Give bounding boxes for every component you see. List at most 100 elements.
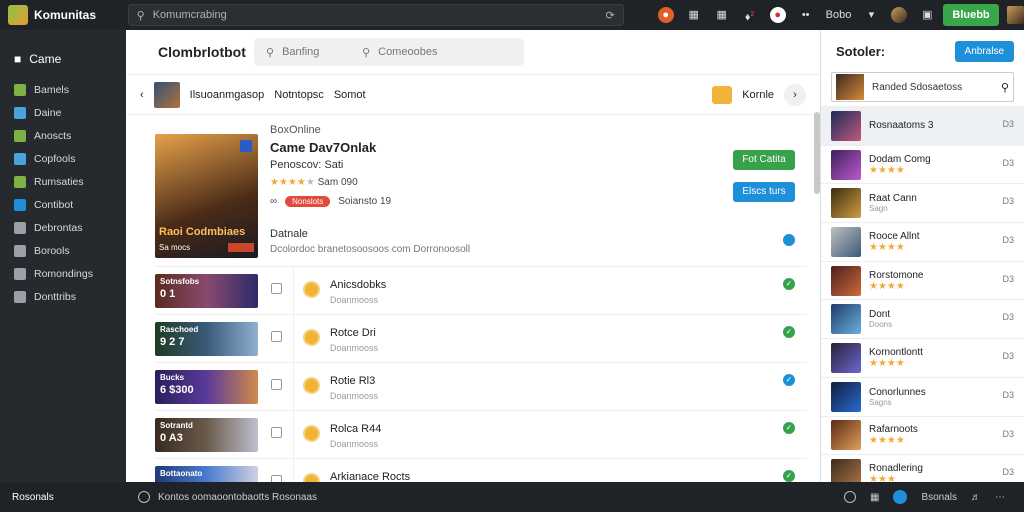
achievement-row[interactable]: Bucks 6 $300 Rotie Rl3 Doanmooss ✓ — [155, 362, 807, 410]
achievement-sub: Doanmooss — [330, 295, 379, 305]
sidebar-item[interactable]: Romondings — [0, 262, 126, 285]
sidebar-item[interactable]: Donttribs — [0, 285, 126, 308]
list-item-name: Ronadlering — [869, 463, 923, 475]
list-item-name: Dodam Comg — [869, 153, 931, 165]
friend-list-item[interactable]: Raat Cann Sagn D3 — [821, 183, 1024, 222]
crumb-right-label[interactable]: Kornle — [742, 89, 774, 101]
achievement-checkbox[interactable] — [271, 427, 282, 438]
list-item-thumb — [831, 149, 861, 180]
sidebar-item-icon — [14, 83, 26, 96]
forward-arrow-button[interactable]: › — [784, 83, 806, 106]
search-icon[interactable]: ⚲ — [1001, 81, 1009, 94]
achievement-thumb-title: Raschoed — [160, 325, 199, 334]
achievement-name: Rotce Dri — [330, 327, 376, 339]
friend-list-item[interactable]: Dodam Comg ★★★★ D3 — [821, 144, 1024, 184]
sidebar-header-label: Came — [29, 52, 62, 66]
list-item-name: Rooce Allnt — [869, 230, 920, 242]
crumb-subsection[interactable]: Somot — [334, 89, 366, 101]
user-avatar[interactable] — [891, 7, 908, 23]
record-icon[interactable]: ● — [769, 7, 786, 23]
sidebar-item-icon — [14, 175, 26, 188]
right-search[interactable]: Randed Sdosaetoss ⚲ — [831, 72, 1014, 102]
link-icon: ∞ — [270, 196, 278, 207]
brand[interactable]: Komunitas — [0, 5, 124, 25]
document-icon[interactable]: ▦ — [686, 7, 702, 23]
friend-list-item[interactable]: Rooce Allnt ★★★★ D3 — [821, 222, 1024, 261]
chevron-down-icon[interactable]: ▾ — [863, 7, 879, 23]
favorite-icon[interactable] — [712, 85, 733, 104]
search-input-primary[interactable]: Banfing — [282, 46, 342, 58]
profile-icon[interactable] — [893, 490, 908, 504]
sidebar-item[interactable]: Bamels — [0, 78, 126, 101]
search-icon: ⚲ — [266, 46, 275, 59]
friend-list-item[interactable]: Conorlunnes Sagns D3 — [821, 376, 1024, 416]
sidebar-item[interactable]: Debrontas — [0, 216, 126, 239]
settings-icon[interactable]: ⋯ — [995, 492, 1005, 503]
list-item-thumb — [831, 226, 861, 257]
achievement-row[interactable]: Raschoed 9 2 7 Rotce Dri Doanmooss ✓ — [155, 314, 807, 362]
crumb-game[interactable]: Ilsuoanmgasop — [190, 89, 265, 101]
list-item-name: Rorstomone — [869, 269, 924, 281]
sidebar-item[interactable]: Borools — [0, 239, 126, 262]
achievement-thumb-title: Bucks — [160, 373, 185, 382]
grid-icon[interactable]: ▦ — [870, 492, 879, 503]
status-badge[interactable]: Nonslots — [285, 196, 331, 207]
status-icon — [138, 491, 150, 503]
sidebar-item[interactable]: Anoscts — [0, 124, 126, 147]
game-thumbnail-small — [153, 81, 180, 108]
achievement-checkbox[interactable] — [271, 331, 282, 342]
achievement-row[interactable]: Sotnsfobs 0 1 Anicsdobks Doanmooss ✓ — [155, 266, 807, 314]
friend-list-item[interactable]: Dont Doons D3 — [821, 299, 1024, 338]
back-chevron-icon[interactable]: ‹ — [140, 89, 144, 101]
sidebar-header[interactable]: ■ Came — [0, 48, 126, 70]
secondary-button[interactable]: Elscs turs — [733, 182, 795, 202]
section-label: BoxOnline — [270, 124, 321, 136]
friend-list-item[interactable]: Rafarnoots ★★★★ D3 — [821, 415, 1024, 455]
user-label[interactable]: Bobo — [826, 7, 852, 23]
bottom-left-label[interactable]: Rosonals — [0, 492, 126, 503]
topbar-cta-button[interactable]: Bluebb — [943, 4, 999, 26]
search-bar[interactable]: ⚲ Banfing ⚲ Comeoobes — [254, 38, 524, 66]
bell-icon[interactable]: ♦2 — [742, 7, 758, 24]
profile-avatar[interactable] — [1006, 6, 1024, 24]
more-icon[interactable]: •• — [798, 7, 814, 23]
sidebar-item[interactable]: Copfools — [0, 147, 126, 170]
crumb-section[interactable]: Notntopsc — [274, 89, 324, 101]
play-button[interactable]: Fot Catita — [733, 150, 795, 170]
controller-icon[interactable]: ▣ — [919, 7, 935, 23]
friend-list-item[interactable]: Rorstomone ★★★★ D3 — [821, 260, 1024, 300]
achievement-name: Rotie Rl3 — [330, 375, 376, 387]
sidebar-item[interactable]: Contibot — [0, 193, 126, 216]
list-item-sub: Doons — [869, 320, 893, 330]
list-item-thumb — [831, 381, 861, 412]
list-item-thumb — [831, 265, 861, 296]
sidebar-item[interactable]: Rumsaties — [0, 170, 126, 193]
notification-fire-icon[interactable]: ● — [657, 7, 674, 23]
search-input-secondary[interactable]: Comeoobes — [378, 46, 437, 58]
achievement-thumb: Sotrantd 0 A3 — [155, 418, 258, 452]
friend-list-item[interactable]: Rosnaatoms 3 D3 — [821, 106, 1024, 145]
speaker-icon[interactable]: ♬ — [971, 492, 981, 503]
game-rating: ★★★★★ Sam 090 — [270, 177, 391, 188]
right-list: Rosnaatoms 3 D3 Dodam Comg ★★★★ D3 Raat Cann S… — [821, 106, 1024, 493]
sidebar-item[interactable]: Daine — [0, 101, 126, 124]
rating-stars: ★★★★ — [869, 280, 905, 292]
friend-list-item[interactable]: Kornontlontt ★★★★ D3 — [821, 338, 1024, 377]
share-icon[interactable] — [783, 234, 795, 246]
achievement-row[interactable]: Sotrantd 0 A3 Rolca R44 Doanmooss ✓ — [155, 410, 807, 458]
achievement-thumb-title: Bottaonato — [160, 469, 203, 478]
game-cover[interactable]: Raoi Codmbiaes Sa mocs — [155, 134, 258, 258]
bottom-right-label[interactable]: Bsonals — [921, 492, 957, 503]
right-search-text[interactable]: Randed Sdosaetoss — [872, 82, 993, 93]
achievement-checkbox[interactable] — [271, 283, 282, 294]
list-item-name: Dont — [869, 309, 891, 321]
achievement-checkbox[interactable] — [271, 379, 282, 390]
grid-icon[interactable]: ▦ — [714, 7, 730, 23]
refresh-icon[interactable]: ⟳ — [605, 9, 614, 22]
achievement-thumb-title: Sotrantd — [160, 421, 193, 430]
sidebar-item-label: Anoscts — [34, 129, 72, 142]
achievement-sub: Doanmooss — [330, 391, 379, 401]
right-action-button[interactable]: Anbralse — [954, 40, 1014, 62]
clock-icon[interactable] — [844, 491, 856, 503]
global-search[interactable]: ⚲ Komumcrabing ⟳ — [127, 4, 624, 26]
